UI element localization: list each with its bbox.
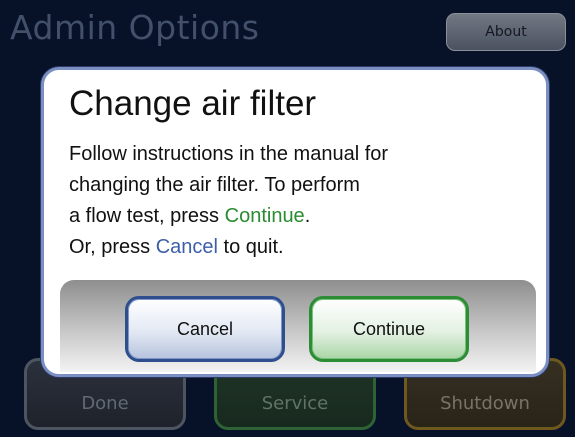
- continue-keyword: Continue: [224, 205, 305, 227]
- message-line-2: changing the air filter. To perform: [69, 174, 360, 196]
- dialog-title: Change air filter: [69, 84, 317, 123]
- admin-options-screen: Admin Options About Done Service Shutdow…: [0, 0, 575, 437]
- message-line-4-suffix: to quit.: [217, 236, 284, 258]
- message-line-1: Follow instructions in the manual for: [69, 143, 389, 165]
- message-line-3-suffix: .: [304, 205, 311, 227]
- cancel-keyword: Cancel: [155, 236, 218, 258]
- cancel-button[interactable]: Cancel: [125, 296, 285, 362]
- message-line-3-text: a flow test, press: [69, 205, 225, 227]
- message-line-3: a flow test, press Continue.: [69, 201, 529, 232]
- continue-button[interactable]: Continue: [309, 296, 469, 362]
- dialog-message: Follow instructions in the manual for ch…: [69, 139, 529, 263]
- message-line-4-text: Or, press: [69, 236, 156, 258]
- change-air-filter-dialog: Change air filter Follow instructions in…: [41, 67, 549, 377]
- message-line-4: Or, press Cancel to quit.: [69, 232, 529, 263]
